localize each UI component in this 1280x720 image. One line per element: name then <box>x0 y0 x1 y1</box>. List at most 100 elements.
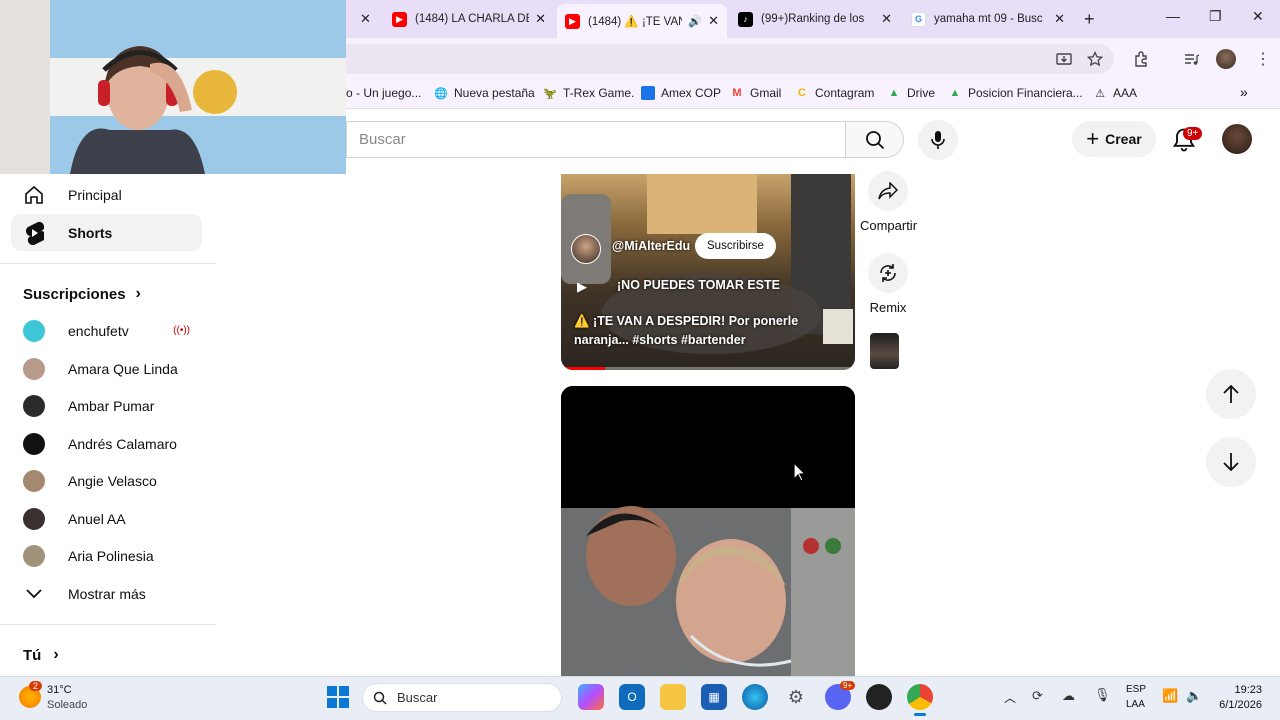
bookmark-item[interactable]: ▲ Drive <box>887 86 935 100</box>
close-icon[interactable]: ✕ <box>708 13 719 29</box>
onedrive-icon[interactable]: ☁ <box>1062 688 1075 704</box>
tab-3[interactable]: ♪ (99+)Ranking de los ✕ <box>730 4 900 34</box>
channel-avatar[interactable] <box>571 234 601 264</box>
sidebar-item-principal[interactable]: Principal <box>11 176 202 213</box>
globe-icon: 🌐 <box>434 87 448 100</box>
bookmark-label: T-Rex Game. <box>563 86 635 100</box>
close-icon[interactable]: ✕ <box>535 11 546 27</box>
bookmark-label: Contagram <box>815 86 875 100</box>
amex-icon <box>641 86 655 100</box>
subscription-label: Aria Polinesia <box>68 547 154 564</box>
taskbar-search-box[interactable]: Buscar <box>362 683 562 712</box>
media-control-icon[interactable] <box>1183 51 1199 67</box>
obs-icon[interactable] <box>866 684 892 710</box>
address-bar[interactable] <box>346 44 1114 74</box>
extensions-icon[interactable] <box>1133 50 1151 68</box>
close-icon[interactable]: ✕ <box>1054 11 1065 27</box>
next-short-video-player[interactable] <box>561 386 855 676</box>
play-icon: ▶ <box>577 279 587 294</box>
close-icon[interactable]: ✕ <box>881 11 892 27</box>
wifi-icon[interactable]: 📶 <box>1162 688 1178 704</box>
edge-icon[interactable] <box>742 684 768 710</box>
bookmark-item[interactable]: 🌐 Nueva pestaña <box>434 86 535 100</box>
tab-1[interactable]: ▶ (1484) LA CHARLA DE ✕ <box>384 4 554 34</box>
search-button[interactable] <box>845 121 904 158</box>
subscription-item[interactable]: Amara Que Linda <box>11 350 202 387</box>
bookmark-item[interactable]: o - Un juego... <box>346 86 421 100</box>
channel-avatar <box>23 394 45 417</box>
channel-name[interactable]: @MiAlterEdu <box>612 239 690 253</box>
close-icon[interactable]: ✕ <box>360 11 371 27</box>
menu-kebab-icon[interactable]: ⋮ <box>1255 49 1271 69</box>
weather-temperature[interactable]: 31°C <box>47 684 72 696</box>
previous-short-button[interactable] <box>1206 369 1256 419</box>
video-progress-fill <box>561 367 606 370</box>
next-short-button[interactable] <box>1206 437 1256 487</box>
install-icon[interactable] <box>1056 51 1072 67</box>
account-avatar[interactable] <box>1222 124 1252 154</box>
volume-icon[interactable]: 🔈 <box>1186 688 1202 704</box>
tab-2-active[interactable]: ▶ (1484) ⚠️ ¡TE VAN 🔊 ✕ <box>557 4 727 38</box>
chevron-down-icon <box>22 582 46 606</box>
file-explorer-icon[interactable] <box>660 684 686 710</box>
restore-icon[interactable]: ❐ <box>1209 8 1222 25</box>
video-progress-track[interactable] <box>561 367 855 370</box>
outlook-icon[interactable]: O <box>619 684 645 710</box>
new-tab-button[interactable]: + <box>1076 4 1102 34</box>
tab-title: (99+)Ranking de los <box>761 13 865 25</box>
short-caption[interactable]: ⚠️ ¡TE VAN A DESPEDIR! Por ponerle naran… <box>574 312 834 350</box>
channel-avatar <box>23 432 45 455</box>
sound-thumbnail[interactable] <box>870 333 899 369</box>
bookmark-item[interactable]: Amex COP <box>641 86 721 100</box>
minimize-icon[interactable]: — <box>1166 8 1180 24</box>
settings-gear-icon[interactable]: ⚙ <box>783 684 809 710</box>
bookmark-star-icon[interactable] <box>1087 51 1103 67</box>
you-section-header[interactable]: Tú › <box>23 646 59 664</box>
bookmark-item[interactable]: C Contagram <box>795 86 874 100</box>
remix-button[interactable] <box>868 253 908 293</box>
subscription-item[interactable]: Angie Velasco <box>11 462 202 499</box>
bookmark-item[interactable]: ▲ Posicion Financiera... <box>948 86 1083 100</box>
profile-avatar-icon[interactable] <box>1216 49 1236 69</box>
tab-4[interactable]: G yamaha mt 09 - Busc ✕ <box>903 4 1073 34</box>
show-more-button[interactable]: Mostrar más <box>11 575 202 612</box>
close-window-icon[interactable]: ✕ <box>1252 8 1264 25</box>
sidebar-item-shorts[interactable]: Shorts <box>11 214 202 251</box>
bookmark-item[interactable]: ⚠ AAA <box>1093 86 1137 100</box>
bookmark-item[interactable]: M Gmail <box>730 86 781 100</box>
tab-close-partial[interactable]: ✕ <box>346 4 376 34</box>
subscription-item-enchufetv[interactable]: enchufetv ((•)) <box>11 312 202 349</box>
speaker-icon[interactable]: 🔊 <box>688 15 702 28</box>
create-button[interactable]: + Crear <box>1072 121 1156 157</box>
bookmark-item[interactable]: 🦖 T-Rex Game. <box>543 86 634 100</box>
store-icon[interactable]: ▦ <box>701 684 727 710</box>
related-video-link[interactable]: ¡NO PUEDES TOMAR ESTE <box>617 278 780 292</box>
short-video-player[interactable]: @MiAlterEdu Suscribirse ▶ ¡NO PUEDES TOM… <box>561 174 855 370</box>
more-bookmarks-icon[interactable]: » <box>1240 84 1248 100</box>
chrome-icon[interactable] <box>907 684 933 710</box>
chevron-up-icon[interactable]: ︿ <box>1004 689 1016 706</box>
bookmark-label: o - Un juego... <box>346 86 422 100</box>
search-input[interactable]: Buscar <box>346 121 846 158</box>
tab-title: yamaha mt 09 - Busc <box>934 13 1043 25</box>
arrow-up-icon <box>1223 384 1239 403</box>
input-layout[interactable]: LAA <box>1126 699 1145 710</box>
subscribe-button[interactable]: Suscribirse <box>695 233 776 259</box>
windows-start-icon[interactable] <box>327 686 349 708</box>
subscription-item[interactable]: Anuel AA <box>11 500 202 537</box>
subscriptions-header[interactable]: Suscripciones › <box>23 285 141 303</box>
chevron-right-icon: › <box>53 646 59 663</box>
bookmark-label: AAA <box>1113 86 1138 100</box>
copilot-icon[interactable] <box>578 684 604 710</box>
sync-icon[interactable]: ⟳ <box>1032 688 1043 704</box>
share-button[interactable] <box>868 171 908 211</box>
clock-date[interactable]: 6/1/2026 <box>1210 699 1262 711</box>
clock-time[interactable]: 19:23 <box>1222 684 1262 696</box>
bookmark-label: Posicion Financiera... <box>968 86 1083 100</box>
subscription-item[interactable]: Aria Polinesia <box>11 537 202 574</box>
subscription-item[interactable]: Ambar Pumar <box>11 387 202 424</box>
subscription-item[interactable]: Andrés Calamaro <box>11 425 202 462</box>
input-language[interactable]: ESP <box>1126 684 1146 695</box>
voice-search-button[interactable] <box>918 120 958 160</box>
microphone-icon[interactable]: 🎙 <box>1094 687 1111 703</box>
